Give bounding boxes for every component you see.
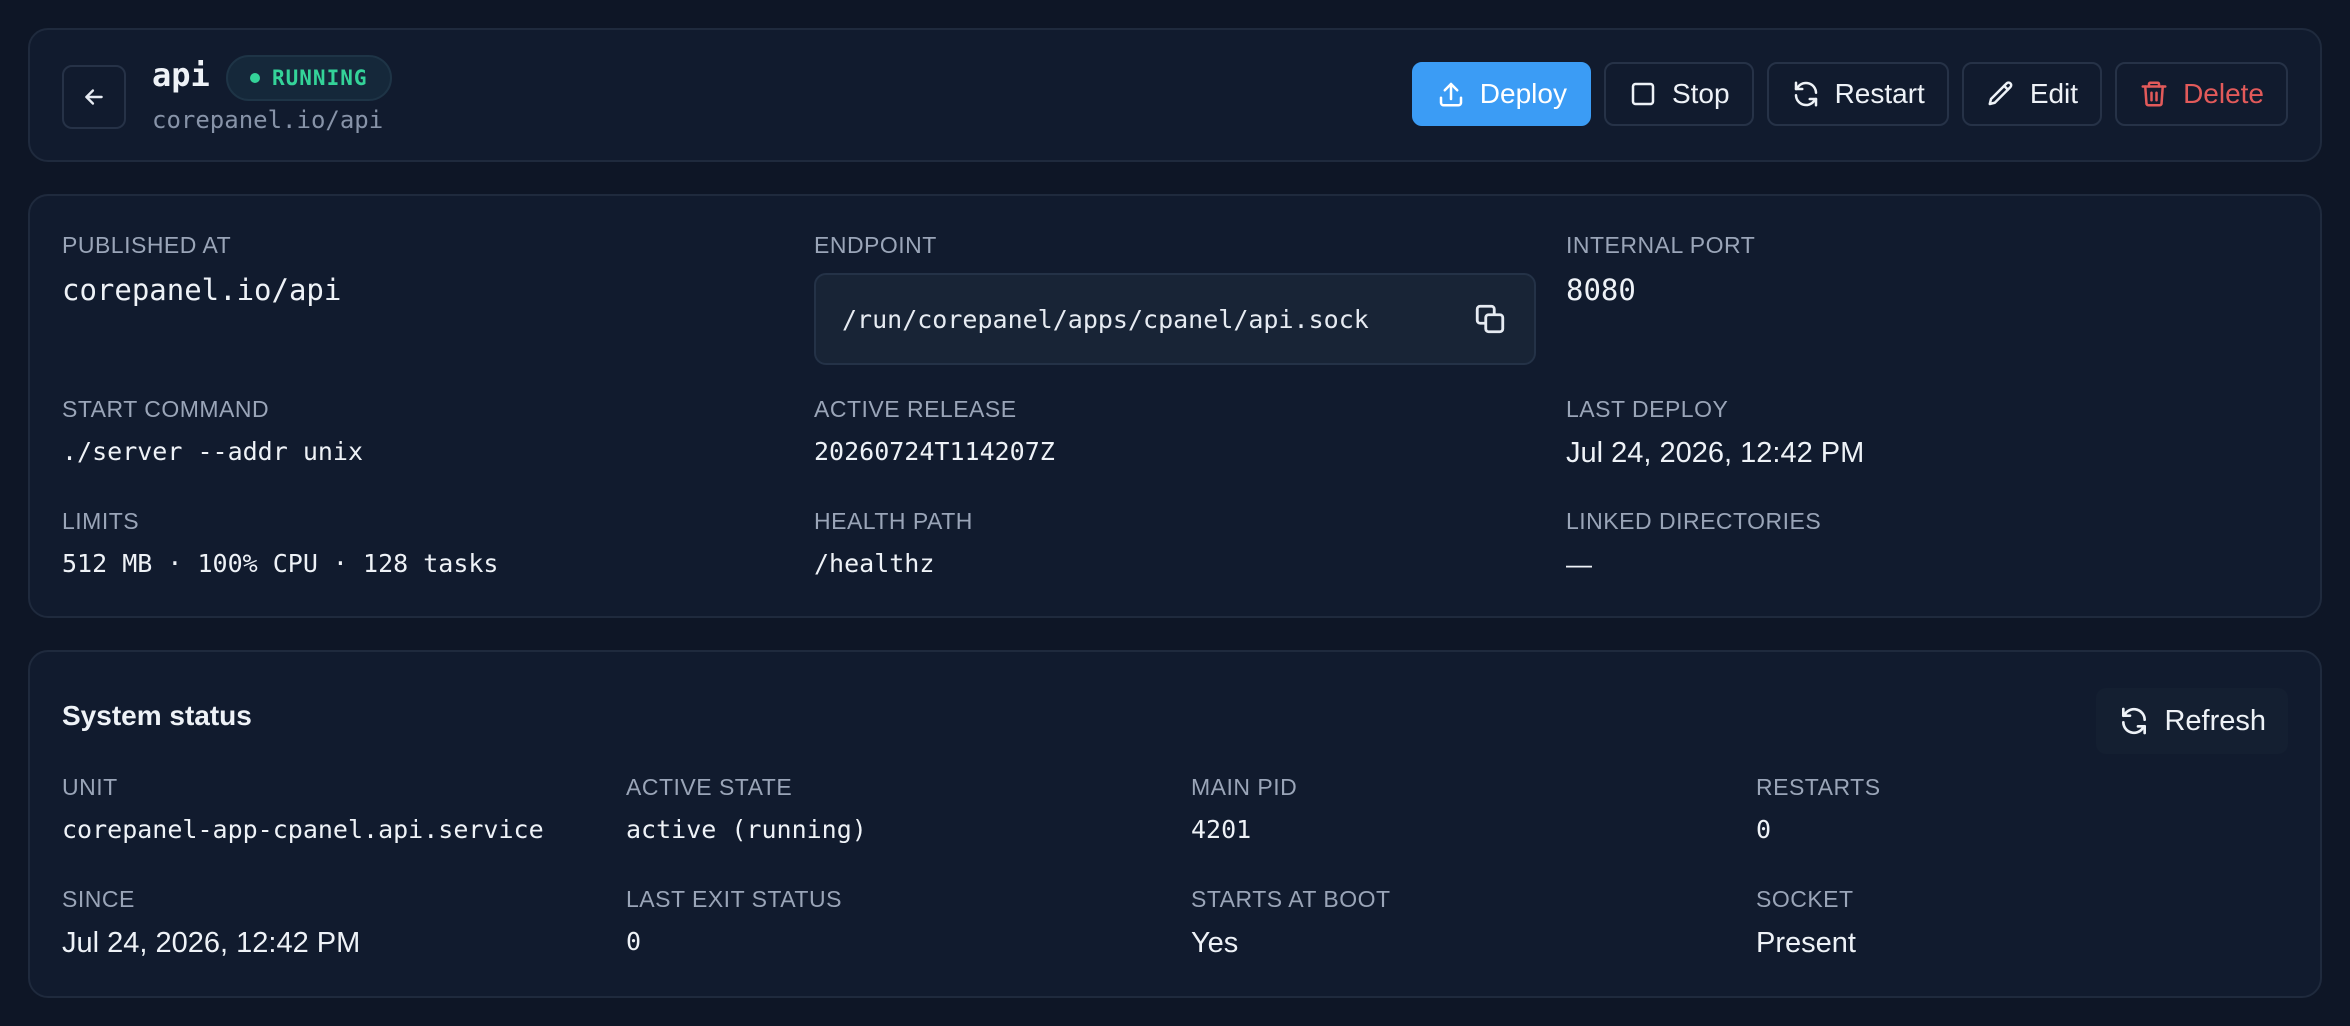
action-toolbar: Deploy Stop Restart Edit Delete <box>1411 62 2288 126</box>
unit-label: UNIT <box>62 774 118 800</box>
limits-field: LIMITS 512 MB · 100% CPU · 128 tasks <box>62 508 499 578</box>
last-deploy-field: LAST DEPLOY Jul 24, 2026, 12:42 PM <box>1566 396 1864 470</box>
restarts-label: RESTARTS <box>1756 774 1881 800</box>
upload-icon <box>1439 82 1463 107</box>
socket-label: SOCKET <box>1756 886 1854 912</box>
back-button[interactable] <box>62 65 126 129</box>
active-state-field: ACTIVE STATE active (running) <box>626 774 867 844</box>
copy-icon <box>1475 304 1505 334</box>
stop-label: Stop <box>1671 78 1730 109</box>
edit-label: Edit <box>2029 78 2079 109</box>
last-exit-status-value: 0 <box>626 927 642 956</box>
since-field: SINCE Jul 24, 2026, 12:42 PM <box>62 886 360 960</box>
start-command-label: START COMMAND <box>62 396 270 422</box>
linked-directories-label: LINKED DIRECTORIES <box>1566 508 1822 534</box>
since-value: Jul 24, 2026, 12:42 PM <box>62 927 361 959</box>
restarts-field: RESTARTS 0 <box>1756 774 1881 844</box>
endpoint-field: ENDPOINT /run/corepanel/apps/cpanel/api.… <box>814 232 1536 365</box>
internal-port-label: INTERNAL PORT <box>1566 232 1756 258</box>
start-command-value: ./server --addr unix <box>62 437 364 466</box>
internal-port-value: 8080 <box>1566 273 1636 307</box>
delete-button[interactable]: Delete <box>2115 62 2288 126</box>
endpoint-label: ENDPOINT <box>814 232 937 258</box>
unit-field: UNIT corepanel-app-cpanel.api.service <box>62 774 544 844</box>
deploy-label: Deploy <box>1479 78 1567 109</box>
status-text: RUNNING <box>272 66 368 90</box>
since-label: SINCE <box>62 886 135 912</box>
starts-at-boot-value: Yes <box>1191 927 1239 959</box>
system-status-title: System status <box>62 700 252 731</box>
linked-directories-value: — <box>1566 549 1592 579</box>
active-state-value: active (running) <box>626 815 867 844</box>
last-deploy-value: Jul 24, 2026, 12:42 PM <box>1566 437 1865 469</box>
status-dot-icon <box>250 73 260 83</box>
start-command-field: START COMMAND ./server --addr unix <box>62 396 363 466</box>
edit-button[interactable]: Edit <box>1961 62 2103 126</box>
trash-icon <box>2141 81 2167 107</box>
arrow-left-icon <box>85 89 103 105</box>
app-details: PUBLISHED AT corepanel.io/api ENDPOINT /… <box>28 194 2322 618</box>
refresh-button[interactable]: Refresh <box>2096 688 2288 754</box>
active-release-value: 20260724T114207Z <box>814 437 1055 466</box>
restart-label: Restart <box>1834 78 1925 109</box>
unit-value: corepanel-app-cpanel.api.service <box>62 815 544 844</box>
restarts-value: 0 <box>1756 815 1772 844</box>
pencil-icon <box>1988 81 2013 106</box>
socket-value: Present <box>1756 927 1856 959</box>
deploy-button[interactable]: Deploy <box>1411 62 1591 126</box>
published-at-field: PUBLISHED AT corepanel.io/api <box>62 232 341 307</box>
status-badge: RUNNING <box>226 55 392 101</box>
internal-port-field: INTERNAL PORT 8080 <box>1566 232 1755 307</box>
stop-button[interactable]: Stop <box>1603 62 1754 126</box>
refresh-label: Refresh <box>2164 704 2266 737</box>
starts-at-boot-field: STARTS AT BOOT Yes <box>1191 886 1391 960</box>
published-at-value: corepanel.io/api <box>62 273 342 307</box>
published-at-label: PUBLISHED AT <box>62 232 232 258</box>
main-pid-field: MAIN PID 4201 <box>1191 774 1297 844</box>
app-name: api <box>152 56 210 94</box>
active-release-field: ACTIVE RELEASE 20260724T114207Z <box>814 396 1055 466</box>
health-path-label: HEALTH PATH <box>814 508 973 534</box>
system-status-panel: System status Refresh UNIT corepanel-app… <box>28 650 2322 998</box>
active-state-label: ACTIVE STATE <box>626 774 793 800</box>
app-url: corepanel.io/api <box>152 106 384 134</box>
delete-label: Delete <box>2183 78 2264 109</box>
active-release-label: ACTIVE RELEASE <box>814 396 1017 422</box>
health-path-value: /healthz <box>814 549 935 578</box>
restart-button[interactable]: Restart <box>1766 62 1949 126</box>
main-pid-value: 4201 <box>1191 815 1252 844</box>
socket-field: SOCKET Present <box>1756 886 1856 960</box>
app-header: api RUNNING corepanel.io/api Deploy Stop… <box>28 28 2322 162</box>
endpoint-value: /run/corepanel/apps/cpanel/api.sock <box>842 304 1369 334</box>
limits-label: LIMITS <box>62 508 140 534</box>
health-path-field: HEALTH PATH /healthz <box>814 508 973 578</box>
starts-at-boot-label: STARTS AT BOOT <box>1191 886 1391 912</box>
last-exit-status-field: LAST EXIT STATUS 0 <box>626 886 842 956</box>
limits-value: 512 MB · 100% CPU · 128 tasks <box>62 549 499 578</box>
endpoint-box: /run/corepanel/apps/cpanel/api.sock <box>814 273 1536 365</box>
main-pid-label: MAIN PID <box>1191 774 1298 800</box>
copy-button[interactable] <box>1470 299 1510 339</box>
last-exit-status-label: LAST EXIT STATUS <box>626 886 842 912</box>
refresh-icon <box>2122 707 2147 735</box>
refresh-icon <box>1794 81 1817 107</box>
linked-directories-field: LINKED DIRECTORIES — <box>1566 508 1821 580</box>
last-deploy-label: LAST DEPLOY <box>1566 396 1729 422</box>
square-icon <box>1631 82 1655 106</box>
